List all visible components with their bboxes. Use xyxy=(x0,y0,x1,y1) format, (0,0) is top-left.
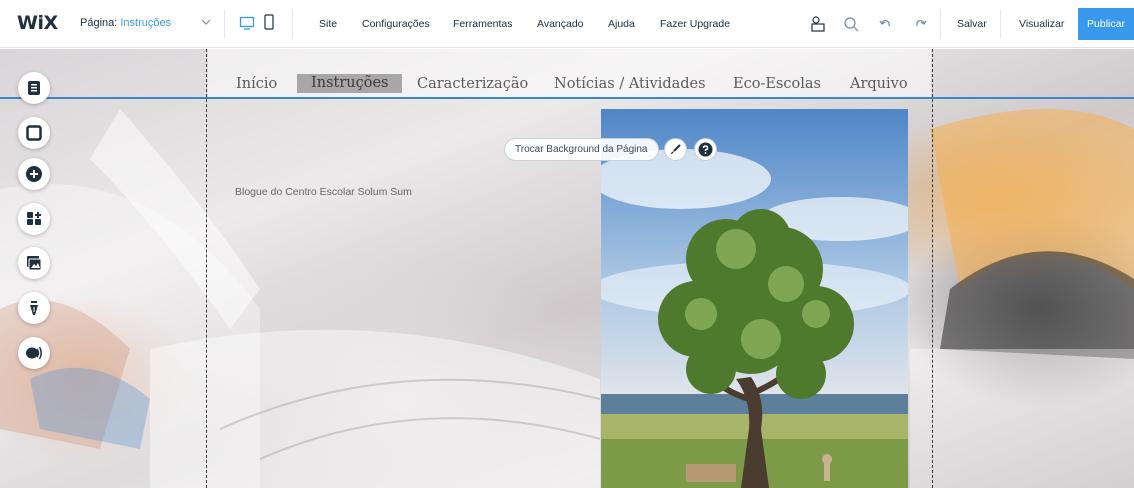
background-button[interactable] xyxy=(18,117,50,149)
page-background-image xyxy=(0,109,1134,488)
media-button[interactable] xyxy=(18,247,50,279)
contact-icon xyxy=(26,346,42,360)
divider xyxy=(940,10,941,38)
nav-caracterizacao[interactable]: Caracterização xyxy=(417,76,528,92)
page-selector-value: Instruções xyxy=(120,17,172,29)
menu-upgrade[interactable]: Fazer Upgrade xyxy=(660,18,730,30)
nav-eco-escolas[interactable]: Eco-Escolas xyxy=(733,76,821,92)
preview-button[interactable]: Visualizar xyxy=(1019,18,1064,30)
edit-background-button[interactable] xyxy=(664,138,687,161)
add-icon xyxy=(26,166,42,182)
add-button[interactable] xyxy=(18,158,50,190)
wix-logo[interactable]: WiX xyxy=(17,12,58,34)
help-button[interactable] xyxy=(694,138,717,161)
save-button[interactable]: Salvar xyxy=(957,18,987,30)
app-market-icon xyxy=(27,212,41,225)
change-background-button[interactable]: Trocar Background da Página xyxy=(504,138,659,161)
background-icon xyxy=(26,125,42,141)
left-page-guide xyxy=(206,49,207,488)
chevron-down-icon[interactable] xyxy=(200,16,212,28)
divider xyxy=(1000,10,1001,38)
brush-icon xyxy=(671,144,681,154)
app-market-button[interactable] xyxy=(18,203,50,235)
nav-inicio[interactable]: Início xyxy=(236,76,277,92)
contact-button[interactable] xyxy=(18,337,50,369)
right-page-guide xyxy=(932,49,933,488)
header-guide-line xyxy=(0,97,1134,99)
pages-icon xyxy=(28,81,40,95)
nav-instrucoes[interactable]: Instruções xyxy=(297,74,403,93)
menu-site[interactable]: Site xyxy=(319,18,337,30)
menu-help[interactable]: Ajuda xyxy=(608,18,635,30)
page-selector[interactable]: Página: Instruções xyxy=(80,17,171,29)
undo-icon[interactable] xyxy=(877,15,895,33)
zoom-icon[interactable] xyxy=(842,15,860,33)
divider xyxy=(224,10,225,38)
media-icon xyxy=(27,256,42,271)
blog-subtitle-text[interactable]: Blogue do Centro Escolar Solum Sum xyxy=(235,186,412,198)
tree-image[interactable] xyxy=(601,109,908,488)
menu-settings[interactable]: Configurações xyxy=(362,18,430,30)
redo-icon[interactable] xyxy=(911,15,929,33)
pages-button[interactable] xyxy=(18,72,50,104)
menu-tools[interactable]: Ferramentas xyxy=(453,18,513,30)
editor-canvas[interactable]: Início Instruções Caracterização Notícia… xyxy=(0,49,1134,488)
publish-button[interactable]: Publicar xyxy=(1078,8,1134,40)
mobile-icon[interactable] xyxy=(264,14,274,30)
layers-icon[interactable] xyxy=(809,15,827,33)
page-selector-label: Página: xyxy=(80,17,118,29)
desktop-icon[interactable] xyxy=(239,15,255,31)
blog-icon xyxy=(30,301,38,315)
help-icon xyxy=(698,142,713,157)
nav-arquivo[interactable]: Arquivo xyxy=(850,76,908,92)
blog-button[interactable] xyxy=(18,292,50,324)
menu-advanced[interactable]: Avançado xyxy=(537,18,584,30)
editor-top-bar: WiX Página: Instruções Site Configuraçõe… xyxy=(0,0,1134,48)
nav-noticias-atividades[interactable]: Notícias / Atividades xyxy=(554,76,706,92)
divider xyxy=(292,10,293,38)
